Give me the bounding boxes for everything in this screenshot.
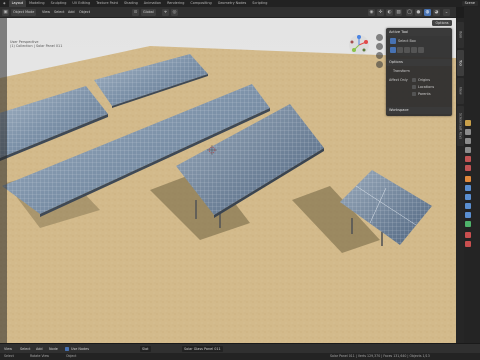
origins-checkbox[interactable] bbox=[412, 78, 416, 82]
mode-extend-icon[interactable] bbox=[397, 47, 403, 53]
scene-stats: Solar Panel 011 | Verts 129,370 | Faces … bbox=[330, 354, 430, 358]
tab-modeling[interactable]: Modeling bbox=[26, 0, 47, 7]
tool-sidebar-panel: Active Tool Select Box Options Transform… bbox=[386, 28, 452, 116]
tab-animation[interactable]: Animation bbox=[141, 0, 164, 7]
editor-type-icon[interactable]: ▣ bbox=[2, 9, 9, 16]
tab-sculpting[interactable]: Sculpting bbox=[48, 0, 70, 7]
scene-properties-icon[interactable] bbox=[465, 156, 471, 162]
use-nodes-label: Use Nodes bbox=[71, 347, 90, 351]
select-box-icon[interactable] bbox=[390, 38, 396, 44]
parents-label: Parents bbox=[418, 92, 431, 96]
shading-material-icon[interactable]: ◍ bbox=[424, 9, 431, 16]
gizmo-toggle-icon[interactable]: ✣ bbox=[377, 9, 384, 16]
tool-shelf[interactable] bbox=[0, 18, 7, 343]
bottom-node-menu[interactable]: Node bbox=[49, 346, 58, 352]
pan-icon[interactable] bbox=[376, 43, 383, 50]
origins-label: Origins bbox=[418, 78, 431, 82]
snap-icon[interactable]: ⌖ bbox=[162, 9, 169, 16]
view-menu[interactable]: View bbox=[40, 9, 52, 16]
xray-toggle-icon[interactable]: ▨ bbox=[395, 9, 402, 16]
add-menu[interactable]: Add bbox=[66, 9, 77, 16]
tool-properties-icon[interactable] bbox=[465, 120, 471, 126]
tab-geometry-nodes[interactable]: Geometry Nodes bbox=[215, 0, 250, 7]
viewport-header: ▣ Object Mode View Select Add Object ⊙ G… bbox=[0, 7, 456, 18]
transform-subheader[interactable]: Transform bbox=[393, 69, 410, 73]
slot-dropdown[interactable]: Slot bbox=[140, 346, 151, 352]
status-select-hint: Select bbox=[4, 354, 14, 358]
transform-pivot-icon[interactable]: ⊙ bbox=[132, 9, 139, 16]
material-selector[interactable]: Solar Glass Panel 011 bbox=[182, 346, 223, 352]
mode-subtract-icon[interactable] bbox=[404, 47, 410, 53]
scene-selector[interactable]: Scene bbox=[461, 1, 478, 6]
visibility-icon[interactable]: ◉ bbox=[368, 9, 375, 16]
tab-tool[interactable]: Tool bbox=[456, 50, 464, 76]
world-properties-icon[interactable] bbox=[465, 165, 471, 171]
bottom-editor-header: View Select Add Node Use Nodes Slot Sola… bbox=[0, 343, 480, 353]
tab-rendering[interactable]: Rendering bbox=[164, 0, 187, 7]
tab-screencast-keys[interactable]: Screencast Keys bbox=[456, 106, 464, 146]
tab-layout[interactable]: Layout bbox=[8, 0, 27, 7]
status-object-hint: Object bbox=[66, 354, 77, 358]
shading-solid-icon[interactable]: ● bbox=[415, 9, 422, 16]
locations-checkbox[interactable] bbox=[412, 85, 416, 89]
perspective-toggle-icon[interactable] bbox=[376, 61, 383, 68]
properties-tabs bbox=[464, 120, 472, 320]
locations-label: Locations bbox=[418, 85, 435, 89]
material-properties-icon[interactable] bbox=[465, 232, 471, 238]
workspace-tab-bar: ◈ Layout Modeling Sculpting UV Editing Textur… bbox=[0, 0, 480, 7]
tab-scripting[interactable]: Scripting bbox=[249, 0, 270, 7]
sidebar-tabs: Item Tool View Screencast Keys bbox=[456, 18, 464, 343]
proportional-edit-icon[interactable]: ◎ bbox=[171, 9, 178, 16]
overlay-toggle-icon[interactable]: ◐ bbox=[386, 9, 393, 16]
select-menu[interactable]: Select bbox=[52, 9, 66, 16]
zoom-icon[interactable] bbox=[376, 34, 383, 41]
parents-checkbox[interactable] bbox=[412, 92, 416, 96]
tab-view[interactable]: View bbox=[456, 78, 464, 104]
object-properties-icon[interactable] bbox=[465, 176, 471, 182]
object-menu[interactable]: Object bbox=[77, 9, 92, 16]
select-box-label: Select Box bbox=[398, 39, 416, 43]
status-rotate-hint: Rotate View bbox=[30, 354, 50, 358]
texture-properties-icon[interactable] bbox=[465, 241, 471, 247]
use-nodes-checkbox[interactable] bbox=[65, 347, 69, 351]
bottom-add-menu[interactable]: Add bbox=[36, 346, 43, 352]
navigation-gizmo[interactable] bbox=[348, 34, 370, 56]
tab-uv-editing[interactable]: UV Editing bbox=[69, 0, 93, 7]
bottom-view-menu[interactable]: View bbox=[4, 346, 12, 352]
render-properties-icon[interactable] bbox=[465, 129, 471, 135]
blender-logo-icon[interactable]: ◈ bbox=[0, 0, 9, 7]
tab-shading[interactable]: Shading bbox=[121, 0, 141, 7]
object-mode-dropdown[interactable]: Object Mode bbox=[11, 9, 37, 16]
camera-view-icon[interactable] bbox=[376, 52, 383, 59]
mode-invert-icon[interactable] bbox=[411, 47, 417, 53]
mode-intersect-icon[interactable] bbox=[418, 47, 424, 53]
collection-label: (1) Collection | Solar Panel 011 bbox=[10, 44, 63, 48]
bottom-select-menu[interactable]: Select bbox=[20, 346, 30, 352]
orientation-dropdown[interactable]: Global bbox=[141, 9, 156, 16]
active-tool-header[interactable]: Active Tool bbox=[386, 29, 452, 36]
data-properties-icon[interactable] bbox=[465, 221, 471, 227]
view-layer-icon[interactable] bbox=[465, 147, 471, 153]
particles-icon[interactable] bbox=[465, 194, 471, 200]
mode-set-icon[interactable] bbox=[390, 47, 396, 53]
tab-texture-paint[interactable]: Texture Paint bbox=[93, 0, 121, 7]
physics-icon[interactable] bbox=[465, 203, 471, 209]
modifier-properties-icon[interactable] bbox=[465, 185, 471, 191]
constraints-icon[interactable] bbox=[465, 212, 471, 218]
viewport-nav-buttons bbox=[376, 34, 384, 70]
tab-item[interactable]: Item bbox=[456, 22, 464, 48]
shading-options-icon[interactable]: ⌄ bbox=[443, 9, 450, 16]
viewport-info: User Perspective (1) Collection | Solar … bbox=[10, 40, 62, 48]
affect-only-label: Affect Only bbox=[389, 78, 408, 82]
shading-wireframe-icon[interactable]: ◯ bbox=[406, 9, 413, 16]
shading-rendered-icon[interactable]: ◕ bbox=[433, 9, 440, 16]
tab-compositing[interactable]: Compositing bbox=[187, 0, 214, 7]
output-properties-icon[interactable] bbox=[465, 138, 471, 144]
workspace-header[interactable]: Workspace bbox=[386, 107, 452, 114]
status-bar: Select Rotate View Object Solar Panel 01… bbox=[0, 353, 480, 360]
options-dropdown[interactable]: Options bbox=[432, 20, 452, 26]
options-header[interactable]: Options bbox=[386, 59, 452, 66]
